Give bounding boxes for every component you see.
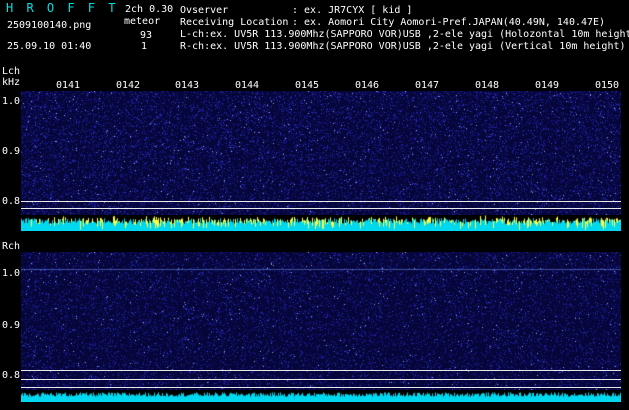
time-label: 0142 (116, 80, 141, 91)
lch-freq-label-3: 0.8 (2, 196, 21, 207)
time-label: 0141 (56, 80, 81, 91)
version-label: 2ch 0.30 (125, 4, 174, 15)
meteor-count-lch: 93 (140, 30, 153, 41)
rch-freq-label-1: 1.0 (2, 268, 21, 279)
time-label: 0145 (295, 80, 320, 91)
location-value: : ex. Aomori City Aomori-Pref.JAPAN(40.4… (292, 17, 606, 28)
rch-label: Rch (2, 241, 21, 252)
rch-spectrogram (21, 252, 621, 390)
time-label: 0146 (355, 80, 380, 91)
meteor-count-rch: 1 (141, 41, 148, 52)
time-label: 0150 (595, 80, 620, 91)
lch-freq-label-1: 1.0 (2, 96, 21, 107)
time-label: 0148 (475, 80, 500, 91)
filename-label: 2509100140.png (7, 20, 92, 31)
datetime-label: 25.09.10 01:40 (7, 41, 92, 52)
time-label: 0143 (175, 80, 200, 91)
observer-value: : ex. JR7CYX [ kid ] (292, 5, 413, 16)
lch-spectrogram (21, 91, 621, 215)
time-label: 0149 (535, 80, 560, 91)
rch-freq-label-3: 0.8 (2, 370, 21, 381)
lch-signal-level (21, 215, 621, 231)
observer-label: Ovserver (180, 5, 229, 16)
lch-receiver-info: L-ch:ex. UV5R 113.900Mhz(SAPPORO VOR)USB… (180, 29, 629, 40)
rch-signal-level (21, 390, 621, 402)
rch-receiver-info: R-ch:ex. UV5R 113.900Mhz(SAPPORO VOR)USB… (180, 41, 626, 52)
time-label: 0147 (415, 80, 440, 91)
lch-freq-label-2: 0.9 (2, 146, 21, 157)
app-title: H R O F F T (6, 1, 119, 15)
rch-freq-label-2: 0.9 (2, 320, 21, 331)
lch-unit-label: kHz (2, 77, 21, 88)
meteor-label: meteor (124, 16, 161, 27)
lch-label: Lch (2, 66, 21, 77)
time-label: 0144 (235, 80, 260, 91)
location-label: Receiving Location (180, 17, 289, 28)
